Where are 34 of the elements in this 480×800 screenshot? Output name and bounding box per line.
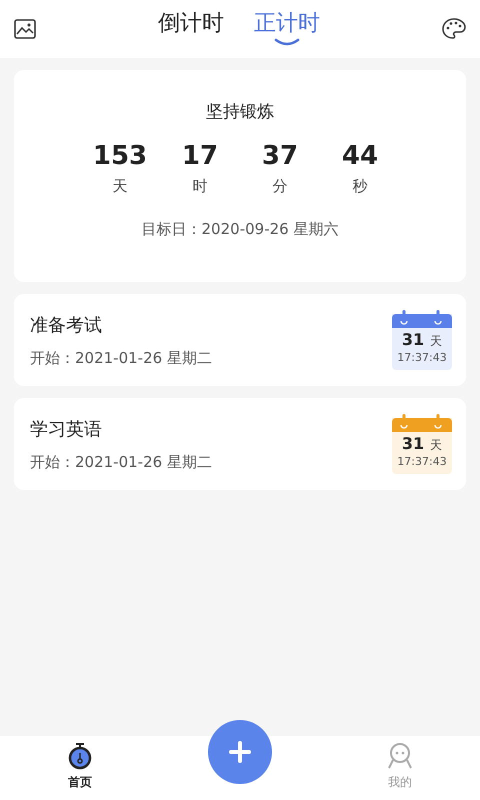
day-unit: 天 [430,437,442,454]
time-value: 44 [342,141,378,171]
event-card[interactable]: 学习英语 开始：2021-01-26 星期二 31 天 17:37:43 [14,398,466,490]
tab[interactable]: 正计时 [254,4,320,54]
timer-card[interactable]: 坚持锻炼 153 天 17 时 37 分 44 秒 目标日：2020-09-26 星期六 [14,70,466,282]
plus-icon [229,741,251,763]
event-card[interactable]: 准备考试 开始：2021-01-26 星期二 31 天 17:37:43 [14,294,466,386]
day-count: 31 [402,434,424,453]
palette-icon[interactable] [442,18,466,40]
start-date: 开始：2021-01-26 星期二 [30,452,212,472]
face-icon [387,742,413,770]
day-unit: 天 [430,333,442,350]
time-value: 37 [262,141,298,171]
tab-underline [274,38,300,46]
start-date: 开始：2021-01-26 星期二 [30,348,212,368]
time-value: 17 [182,141,218,171]
calendar-header-icon [392,310,452,328]
image-icon[interactable] [14,19,36,39]
time-unit: 时 [192,177,208,196]
tab[interactable]: 倒计时 [158,4,224,54]
event-title: 学习英语 [30,418,103,440]
day-count: 31 [402,330,424,349]
elapsed-time: 17:37:43 [397,455,447,468]
time-unit: 天 [112,177,128,196]
time-unit: 分 [272,177,288,196]
target-date: 目标日：2020-09-26 星期六 [142,220,338,239]
elapsed-time: 17:37:43 [397,351,447,364]
nav-item[interactable]: 首页 [40,736,120,800]
stopwatch-icon [67,742,93,770]
timer-title: 坚持锻炼 [206,101,274,123]
time-value: 153 [92,141,148,171]
event-title: 准备考试 [30,314,103,336]
calendar-header-icon [392,414,452,432]
time-unit: 秒 [352,177,368,196]
